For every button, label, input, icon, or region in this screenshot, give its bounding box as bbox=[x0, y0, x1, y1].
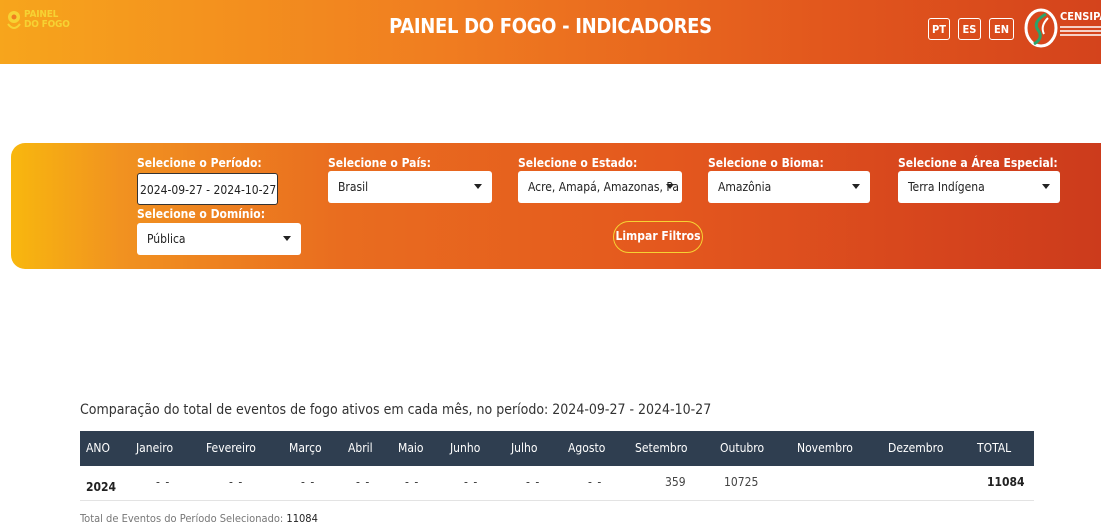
period-total-label: Total de Eventos do Período Selecionado: bbox=[80, 512, 284, 525]
chevron-down-icon bbox=[283, 236, 291, 241]
table-header-row: ANO Janeiro Fevereiro Março Abril Maio J… bbox=[80, 431, 1034, 466]
lang-button-pt[interactable]: PT bbox=[928, 18, 950, 40]
lang-button-es[interactable]: ES bbox=[958, 18, 981, 40]
censipam-logo-text[interactable]: CENSIPAM bbox=[1060, 10, 1101, 23]
table-caption: Comparação do total de eventos de fogo a… bbox=[80, 402, 712, 418]
estado-select-value: Acre, Amapá, Amazonas, Pa bbox=[528, 180, 679, 194]
col-header-janeiro: Janeiro bbox=[136, 441, 174, 455]
cell-total: 11084 bbox=[987, 475, 1025, 489]
col-header-julho: Julho bbox=[511, 441, 538, 455]
estado-label: Selecione o Estado: bbox=[518, 156, 638, 170]
col-header-marco: Março bbox=[289, 441, 322, 455]
col-header-abril: Abril bbox=[348, 441, 373, 455]
col-header-fevereiro: Fevereiro bbox=[206, 441, 256, 455]
lang-button-en[interactable]: EN bbox=[989, 18, 1014, 40]
area-especial-select-value: Terra Indígena bbox=[908, 180, 985, 194]
periodo-label: Selecione o Período: bbox=[137, 156, 262, 170]
dominio-select-value: Pública bbox=[147, 232, 186, 246]
pais-select-value: Brasil bbox=[338, 180, 369, 194]
col-header-junho: Junho bbox=[450, 441, 481, 455]
period-total-summary: Total de Eventos do Período Selecionado:… bbox=[80, 512, 318, 525]
chevron-down-icon bbox=[852, 184, 860, 189]
cell-maio: - - bbox=[405, 475, 420, 489]
cell-marco: - - bbox=[301, 475, 316, 489]
col-header-maio: Maio bbox=[398, 441, 424, 455]
col-header-dezembro: Dezembro bbox=[888, 441, 944, 455]
cell-julho: - - bbox=[526, 475, 541, 489]
monthly-fire-events-table: ANO Janeiro Fevereiro Março Abril Maio J… bbox=[80, 431, 1034, 501]
bioma-label: Selecione o Bioma: bbox=[708, 156, 824, 170]
cell-junho: - - bbox=[464, 475, 479, 489]
bioma-select-value: Amazônia bbox=[718, 180, 772, 194]
cell-agosto: - - bbox=[588, 475, 603, 489]
dominio-select[interactable]: Pública bbox=[137, 223, 301, 255]
period-total-value: 11084 bbox=[286, 512, 318, 525]
pais-select[interactable]: Brasil bbox=[328, 171, 492, 203]
censipam-subtitle-graphic bbox=[1060, 26, 1101, 40]
periodo-date-input[interactable]: 2024-09-27 - 2024-10-27 bbox=[137, 173, 278, 205]
cell-fevereiro: - - bbox=[229, 475, 244, 489]
estado-select[interactable]: Acre, Amapá, Amazonas, Pa bbox=[518, 171, 682, 203]
censipam-emblem-icon bbox=[1024, 8, 1058, 48]
chevron-down-icon bbox=[1042, 184, 1050, 189]
chevron-down-icon bbox=[474, 184, 482, 189]
col-header-setembro: Setembro bbox=[635, 441, 688, 455]
dominio-label: Selecione o Domínio: bbox=[137, 207, 266, 221]
table-row: 2024 - - - - - - - - - - - - - - - - 359… bbox=[80, 466, 1034, 501]
top-header: PAINEL DO FOGO PAINEL DO FOGO - INDICADO… bbox=[0, 0, 1101, 64]
pais-label: Selecione o País: bbox=[328, 156, 431, 170]
bioma-select[interactable]: Amazônia bbox=[708, 171, 870, 203]
cell-abril: - - bbox=[356, 475, 371, 489]
cell-janeiro: - - bbox=[156, 475, 171, 489]
cell-setembro: 359 bbox=[665, 475, 686, 489]
col-header-outubro: Outubro bbox=[720, 441, 765, 455]
area-especial-select[interactable]: Terra Indígena bbox=[898, 171, 1060, 203]
col-header-ano: ANO bbox=[86, 441, 110, 455]
area-especial-label: Selecione a Área Especial: bbox=[898, 156, 1058, 170]
col-header-total: TOTAL bbox=[977, 441, 1012, 455]
col-header-agosto: Agosto bbox=[568, 441, 606, 455]
clear-filters-button[interactable]: Limpar Filtros bbox=[613, 221, 703, 253]
chevron-down-icon bbox=[666, 184, 674, 189]
col-header-novembro: Novembro bbox=[797, 441, 853, 455]
cell-outubro: 10725 bbox=[724, 475, 759, 489]
cell-ano: 2024 bbox=[86, 480, 117, 494]
